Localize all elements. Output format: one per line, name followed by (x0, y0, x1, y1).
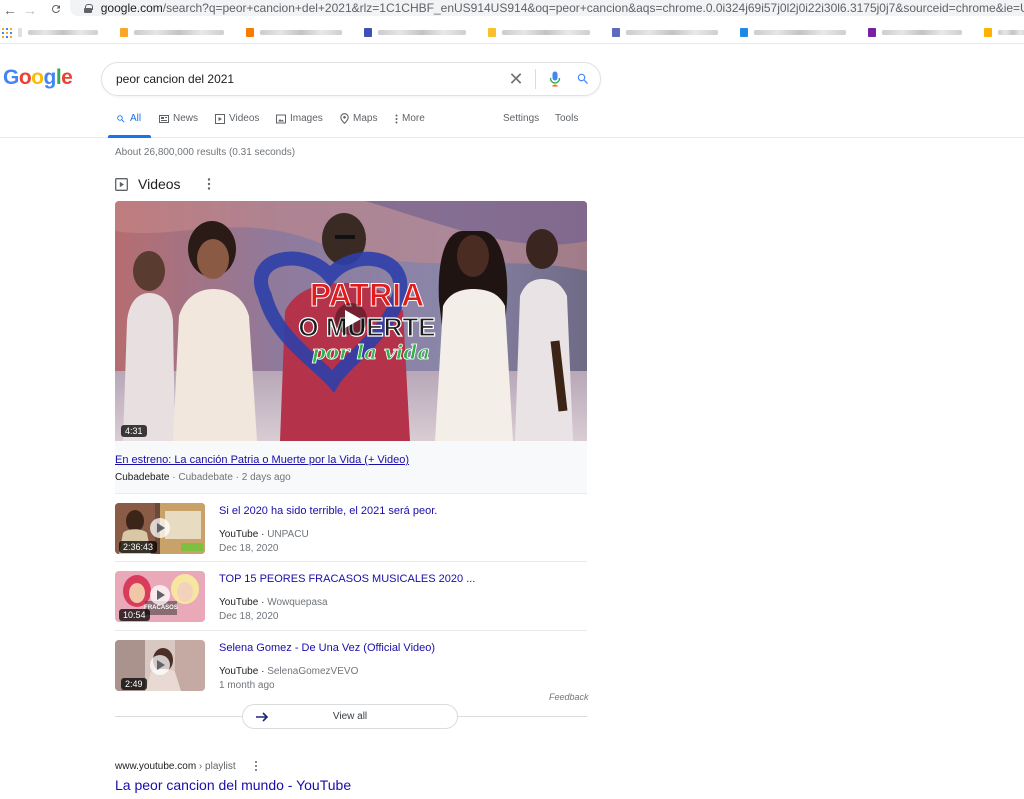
video-title[interactable]: Selena Gomez - De Una Vez (Official Vide… (219, 642, 435, 654)
map-pin-icon (340, 113, 349, 124)
bookmarks-bar (0, 22, 1024, 44)
bookmark-item[interactable] (18, 28, 98, 37)
play-icon (335, 303, 367, 335)
video-duration: 2:36:43 (119, 541, 158, 553)
back-arrow-icon[interactable]: ← (0, 2, 20, 18)
video-icon (115, 177, 128, 191)
video-result[interactable]: 2:49 Selena Gomez - De Una Vez (Official… (115, 630, 587, 691)
hero-video-meta: Cubadebate · Cubadebate · 2 days ago (115, 472, 291, 483)
video-source: YouTube · UNPACU (219, 529, 309, 540)
url-text: google.com/search?q=peor+cancion+del+202… (100, 1, 1024, 15)
video-date: 1 month ago (219, 680, 275, 691)
image-icon (276, 114, 286, 123)
videos-heading: Videos (115, 176, 181, 192)
video-source: YouTube · SelenaGomezVEVO (219, 666, 359, 677)
tab-label: Images (290, 113, 323, 124)
video-icon (215, 113, 225, 124)
search-icon (117, 114, 125, 123)
search-input[interactable] (116, 72, 496, 86)
video-duration: 10:54 (119, 609, 150, 621)
reload-icon[interactable] (46, 2, 66, 18)
videos-title: Videos (138, 176, 181, 192)
hero-video-image: PATRIA O MUERTE por la vida (115, 201, 587, 441)
tab-maps[interactable]: Maps (340, 113, 377, 124)
result-url: www.youtube.com › playlist (115, 761, 236, 772)
bookmark-item[interactable] (488, 28, 590, 37)
search-box: ✕ (101, 62, 601, 96)
video-duration: 2:49 (121, 678, 147, 690)
tab-label: All (130, 113, 142, 124)
clear-icon[interactable]: ✕ (501, 70, 531, 88)
divider (535, 69, 536, 89)
bookmark-item[interactable] (612, 28, 718, 37)
video-title[interactable]: TOP 15 PEORES FRACASOS MUSICALES 2020 ..… (219, 573, 475, 585)
tab-all[interactable]: All (116, 113, 141, 124)
more-vert-icon[interactable] (252, 760, 260, 772)
view-all-label: View all (332, 711, 368, 722)
forward-arrow-icon[interactable]: → (20, 2, 40, 18)
tab-news[interactable]: News (159, 113, 198, 124)
bookmark-item[interactable] (364, 28, 466, 37)
video-thumbnail[interactable]: 2:36:43 (115, 503, 205, 554)
tab-images[interactable]: Images (276, 113, 323, 124)
video-result[interactable]: 2:36:43 Si el 2020 ha sido terrible, el … (115, 493, 587, 554)
active-tab-indicator (108, 135, 151, 138)
overlay-text: por la vida (312, 340, 431, 364)
hero-video-title[interactable]: En estreno: La canción Patria o Muerte p… (115, 454, 409, 466)
video-date: Dec 18, 2020 (219, 611, 279, 622)
news-icon (159, 114, 169, 123)
lock-icon (84, 3, 93, 13)
google-logo[interactable]: Google (3, 66, 73, 90)
microphone-icon[interactable] (544, 71, 566, 87)
video-date: Dec 18, 2020 (219, 543, 279, 554)
more-vert-icon[interactable] (204, 177, 214, 191)
result-stats: About 26,800,000 results (0.31 seconds) (115, 147, 296, 158)
bookmark-item[interactable] (246, 28, 342, 37)
tab-settings[interactable]: Settings (503, 113, 539, 124)
tab-tools[interactable]: Tools (555, 113, 578, 124)
video-result[interactable]: FRACASOS 10:54 TOP 15 PEORES FRACASOS MU… (115, 561, 587, 622)
tab-more[interactable]: More (395, 113, 425, 124)
overlay-text: PATRIA (310, 277, 424, 313)
tab-label: Settings (503, 113, 540, 124)
feedback-link[interactable]: Feedback (549, 692, 589, 702)
tab-label: Videos (229, 113, 260, 124)
view-all-button[interactable]: View all (242, 704, 458, 729)
tab-label: Maps (353, 113, 378, 124)
more-vert-icon (395, 114, 398, 123)
search-tabs: All News Videos Images Maps More Setting… (0, 108, 1024, 138)
tab-label: Tools (555, 113, 579, 124)
apps-grid-icon[interactable] (2, 27, 12, 38)
hero-video-caption: En estreno: La canción Patria o Muerte p… (115, 441, 587, 493)
bookmark-item[interactable] (984, 28, 1024, 37)
bookmark-item[interactable] (740, 28, 846, 37)
video-source: YouTube · Wowquepasa (219, 597, 328, 608)
tab-label: News (173, 113, 199, 124)
search-icon[interactable] (566, 72, 600, 86)
video-thumbnail[interactable]: 2:49 (115, 640, 205, 691)
overlay-text: O MUERTE (298, 312, 435, 342)
result-title[interactable]: La peor cancion del mundo - YouTube (115, 777, 351, 793)
tab-label: More (402, 113, 425, 124)
bookmark-item[interactable] (120, 28, 224, 37)
video-title[interactable]: Si el 2020 ha sido terrible, el 2021 ser… (219, 505, 437, 517)
video-duration: 4:31 (121, 425, 147, 437)
address-bar[interactable]: google.com/search?q=peor+cancion+del+202… (70, 0, 1024, 16)
bookmark-item[interactable] (868, 28, 962, 37)
video-thumbnail[interactable]: FRACASOS 10:54 (115, 571, 205, 622)
browser-toolbar: ← → google.com/search?q=peor+cancion+del… (0, 0, 1024, 19)
hero-video-thumbnail[interactable]: PATRIA O MUERTE por la vida 4:31 (115, 201, 587, 441)
tab-videos[interactable]: Videos (215, 113, 259, 124)
